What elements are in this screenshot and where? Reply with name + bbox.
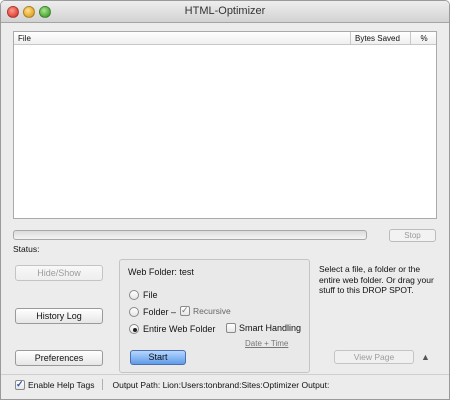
smart-handling-checkbox[interactable]: Smart Handling	[226, 323, 301, 333]
window-title: HTML-Optimizer	[184, 5, 266, 17]
title-bar[interactable]: HTML-Optimizer	[1, 1, 449, 23]
footer-divider	[1, 374, 449, 375]
radio-entire-web-folder[interactable]: Entire Web Folder	[129, 324, 215, 334]
footer-bar: Enable Help Tags Output Path: Lion:Users…	[15, 379, 329, 390]
footer-separator	[102, 379, 104, 390]
triangle-up-icon[interactable]: ▲	[421, 352, 430, 362]
drop-spot-help-text: Select a file, a folder or the entire we…	[319, 264, 434, 295]
status-label: Status:	[13, 244, 40, 254]
radio-folder-label: Folder –	[143, 307, 177, 317]
start-button[interactable]: Start	[130, 350, 186, 365]
radio-folder-indicator[interactable]	[129, 307, 139, 317]
enable-help-tags-label: Enable Help Tags	[28, 379, 95, 390]
progress-bar	[13, 230, 367, 240]
radio-file-label: File	[143, 290, 158, 300]
stop-button[interactable]: Stop	[389, 229, 436, 242]
date-time-link[interactable]: Date + Time	[245, 339, 288, 348]
hide-show-button[interactable]: Hide/Show	[15, 265, 103, 281]
column-header-bytes-saved[interactable]: Bytes Saved	[350, 32, 410, 45]
column-header-percent[interactable]: %	[410, 32, 437, 45]
file-list-header: File Bytes Saved %	[14, 32, 436, 45]
web-folder-label: Web Folder: test	[128, 267, 194, 277]
preferences-button[interactable]: Preferences	[15, 350, 103, 366]
recursive-checkbox[interactable]: Recursive	[180, 305, 231, 316]
recursive-checkbox-box[interactable]	[180, 305, 190, 316]
radio-file[interactable]: File	[129, 290, 158, 300]
recursive-label: Recursive	[193, 306, 231, 316]
app-window: HTML-Optimizer File Bytes Saved % Stop S…	[0, 0, 450, 400]
smart-handling-box[interactable]	[226, 323, 236, 333]
file-list[interactable]: File Bytes Saved %	[13, 31, 437, 219]
history-log-button[interactable]: History Log	[15, 308, 103, 324]
view-page-button[interactable]: View Page	[334, 350, 414, 364]
enable-help-tags-checkbox[interactable]	[15, 379, 25, 390]
column-header-file[interactable]: File	[18, 34, 31, 43]
smart-handling-label: Smart Handling	[239, 323, 302, 333]
output-path-label: Output Path: Lion:Users:tonbrand:Sites:O…	[112, 379, 330, 390]
radio-file-indicator[interactable]	[129, 290, 139, 300]
radio-entire-label: Entire Web Folder	[143, 324, 216, 334]
radio-folder[interactable]: Folder –	[129, 307, 176, 317]
radio-entire-indicator[interactable]	[129, 324, 139, 334]
